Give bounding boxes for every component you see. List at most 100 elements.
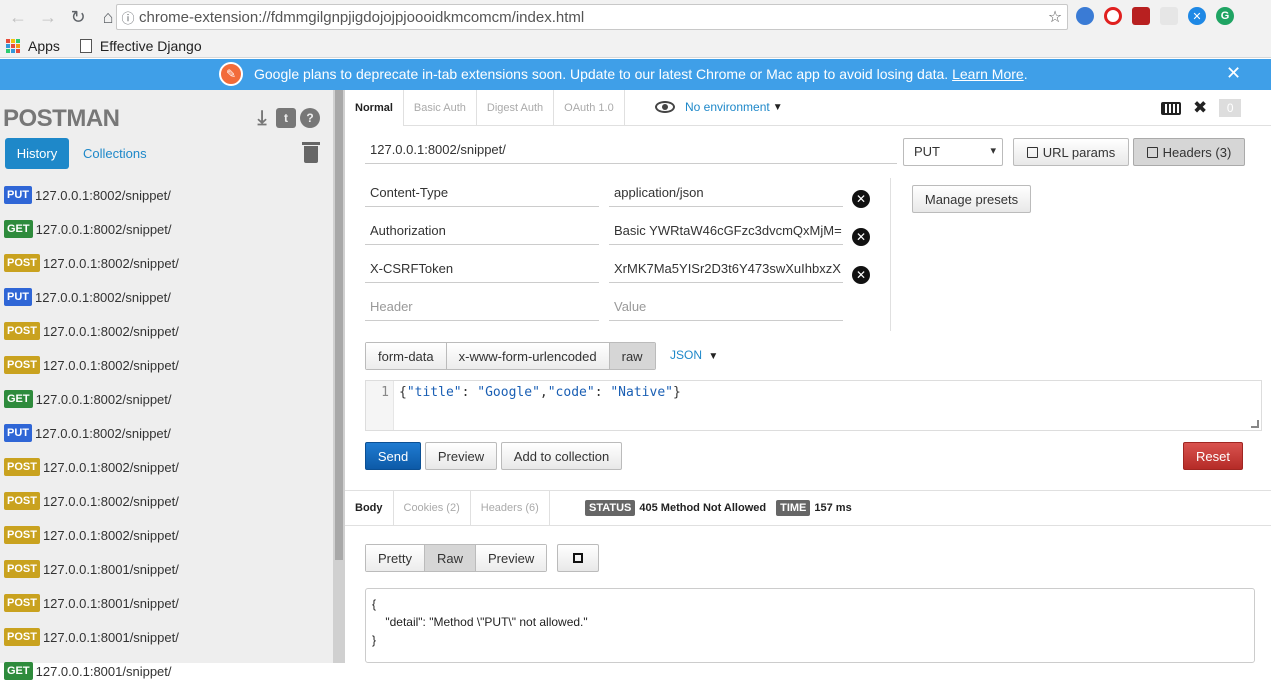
delete-header-icon[interactable]: ✕ (852, 190, 870, 208)
learn-more-link[interactable]: Learn More (952, 66, 1024, 82)
browser-toolbar: ← → ↻ ⌂ ⓘ chrome-extension://fdmmgilgnpj… (0, 0, 1271, 34)
environment-selector[interactable]: No environment ▼ (655, 100, 783, 114)
tab-preview-view[interactable]: Preview (475, 545, 547, 571)
auth-tabs: Normal Basic Auth Digest Auth OAuth 1.0 (345, 90, 1271, 126)
header-value[interactable]: application/json (609, 179, 843, 207)
tab-body[interactable]: Body (345, 490, 394, 526)
history-url: 127.0.0.1:8001/snippet/ (35, 663, 172, 679)
top-right-icons: ✖ 0 (1161, 98, 1242, 118)
tab-oauth[interactable]: OAuth 1.0 (554, 90, 625, 126)
url-params-button[interactable]: URL params (1013, 138, 1129, 166)
tab-urlencoded[interactable]: x-www-form-urlencoded (446, 343, 610, 369)
status-area: STATUS 405 Method Not Allowed TIME 157 m… (585, 500, 852, 516)
grammarly-extension-icon[interactable]: G (1216, 7, 1234, 25)
history-item[interactable]: POST 127.0.0.1:8002/snippet/ (0, 246, 333, 280)
tab-collections[interactable]: Collections (83, 146, 147, 161)
history-item[interactable]: PUT 127.0.0.1:8002/snippet/ (0, 416, 333, 450)
help-icon[interactable]: ? (300, 108, 320, 128)
header-value[interactable]: Basic YWRtaW46cGFzc3dvcmQxMjM= (609, 217, 843, 245)
history-item[interactable]: PUT 127.0.0.1:8002/snippet/ (0, 280, 333, 314)
forward-arrow-icon[interactable]: → (36, 5, 60, 29)
history-item[interactable]: GET 127.0.0.1:8002/snippet/ (0, 212, 333, 246)
resize-handle[interactable] (1251, 420, 1259, 428)
tab-history[interactable]: History (5, 138, 69, 169)
reset-button[interactable]: Reset (1183, 442, 1243, 470)
apps-grid-icon (6, 38, 20, 53)
tab-raw[interactable]: raw (609, 343, 655, 369)
method-select[interactable]: PUT (903, 138, 1003, 166)
tab-normal[interactable]: Normal (345, 90, 404, 126)
header-key-input[interactable]: Header (365, 293, 599, 321)
history-item[interactable]: PUT 127.0.0.1:8002/snippet/ (0, 178, 333, 212)
history-url: 127.0.0.1:8002/snippet/ (42, 493, 179, 509)
method-badge: PUT (4, 186, 32, 204)
history-item[interactable]: GET 127.0.0.1:8002/snippet/ (0, 382, 333, 416)
header-key[interactable]: Content-Type (365, 179, 599, 207)
history-item[interactable]: POST 127.0.0.1:8002/snippet/ (0, 484, 333, 518)
fullscreen-button[interactable] (557, 544, 599, 572)
download-icon[interactable]: ⤓ (252, 107, 272, 129)
format-select[interactable]: JSON ▼ (670, 348, 718, 362)
history-item[interactable]: POST 127.0.0.1:8002/snippet/ (0, 518, 333, 552)
send-button[interactable]: Send (365, 442, 421, 470)
manage-presets-button[interactable]: Manage presets (912, 185, 1031, 213)
history-item[interactable]: POST 127.0.0.1:8002/snippet/ (0, 314, 333, 348)
method-badge: PUT (4, 288, 32, 306)
address-bar[interactable]: ⓘ chrome-extension://fdmmgilgnpjigdojojp… (116, 4, 1068, 30)
method-badge: POST (4, 322, 40, 340)
tools-icon[interactable]: ✖ (1193, 98, 1207, 118)
tab-form-data[interactable]: form-data (366, 343, 447, 369)
twitter-icon[interactable]: t (276, 108, 296, 128)
back-arrow-icon[interactable]: ← (6, 5, 30, 29)
delete-header-icon[interactable]: ✕ (852, 228, 870, 246)
tab-cookies[interactable]: Cookies (2) (394, 490, 471, 526)
preview-button[interactable]: Preview (425, 442, 497, 470)
time-label: TIME (776, 500, 811, 516)
edit-icon (1026, 146, 1038, 158)
add-to-collection-button[interactable]: Add to collection (501, 442, 622, 470)
sidebar-scrollbar[interactable] (333, 90, 345, 663)
eye-icon[interactable] (655, 101, 675, 113)
header-key[interactable]: Authorization (365, 217, 599, 245)
banner-close-icon[interactable]: ✕ (1226, 63, 1241, 84)
globe-extension-icon[interactable] (1076, 7, 1094, 25)
keyboard-icon[interactable] (1161, 101, 1181, 115)
bookmark-effective-django[interactable]: Effective Django (66, 38, 202, 54)
opera-extension-icon[interactable] (1104, 7, 1122, 25)
trash-icon[interactable] (302, 142, 320, 164)
history-item[interactable]: POST 127.0.0.1:8002/snippet/ (0, 348, 333, 382)
address-url[interactable]: chrome-extension://fdmmgilgnpjigdojojpjo… (139, 9, 1043, 26)
header-value[interactable]: XrMK7Ma5YISr2D3t6Y473swXuIhbxzX (609, 255, 843, 283)
line-number: 1 (366, 381, 394, 430)
tab-response-headers[interactable]: Headers (6) (471, 490, 550, 526)
blank-extension-icon[interactable] (1160, 7, 1178, 25)
history-item[interactable]: POST 127.0.0.1:8001/snippet/ (0, 620, 333, 654)
history-item[interactable]: GET 127.0.0.1:8001/snippet/ (0, 654, 333, 688)
body-code[interactable]: {"title": "Google","code": "Native"} (399, 385, 681, 400)
bookmark-apps[interactable]: Apps (6, 38, 60, 54)
headers-button[interactable]: Headers (3) (1133, 138, 1245, 166)
method-badge: GET (4, 390, 33, 408)
tab-digest-auth[interactable]: Digest Auth (477, 90, 555, 126)
reload-icon[interactable]: ↻ (66, 5, 90, 29)
book-extension-icon[interactable] (1132, 7, 1150, 25)
main-panel: Normal Basic Auth Digest Auth OAuth 1.0 … (345, 90, 1271, 663)
brand-logo: POSTMAN (3, 105, 120, 132)
info-icon[interactable]: ⓘ (117, 8, 139, 27)
tab-raw-view[interactable]: Raw (424, 545, 476, 571)
header-value-input[interactable]: Value (609, 293, 843, 321)
tab-pretty[interactable]: Pretty (366, 545, 425, 571)
url-input[interactable] (365, 136, 897, 164)
header-key[interactable]: X-CSRFToken (365, 255, 599, 283)
request-counter: 0 (1219, 99, 1242, 117)
header-row: X-CSRFToken XrMK7Ma5YISr2D3t6Y473swXuIhb… (365, 255, 845, 283)
body-editor[interactable]: 1 {"title": "Google","code": "Native"} (365, 380, 1262, 431)
tab-basic-auth[interactable]: Basic Auth (404, 90, 477, 126)
history-item[interactable]: POST 127.0.0.1:8001/snippet/ (0, 552, 333, 586)
method-badge: PUT (4, 424, 32, 442)
history-item[interactable]: POST 127.0.0.1:8002/snippet/ (0, 450, 333, 484)
delete-header-icon[interactable]: ✕ (852, 266, 870, 284)
history-item[interactable]: POST 127.0.0.1:8001/snippet/ (0, 586, 333, 620)
cross-extension-icon[interactable]: ✕ (1188, 7, 1206, 25)
bookmark-star-icon[interactable]: ☆ (1043, 7, 1067, 27)
